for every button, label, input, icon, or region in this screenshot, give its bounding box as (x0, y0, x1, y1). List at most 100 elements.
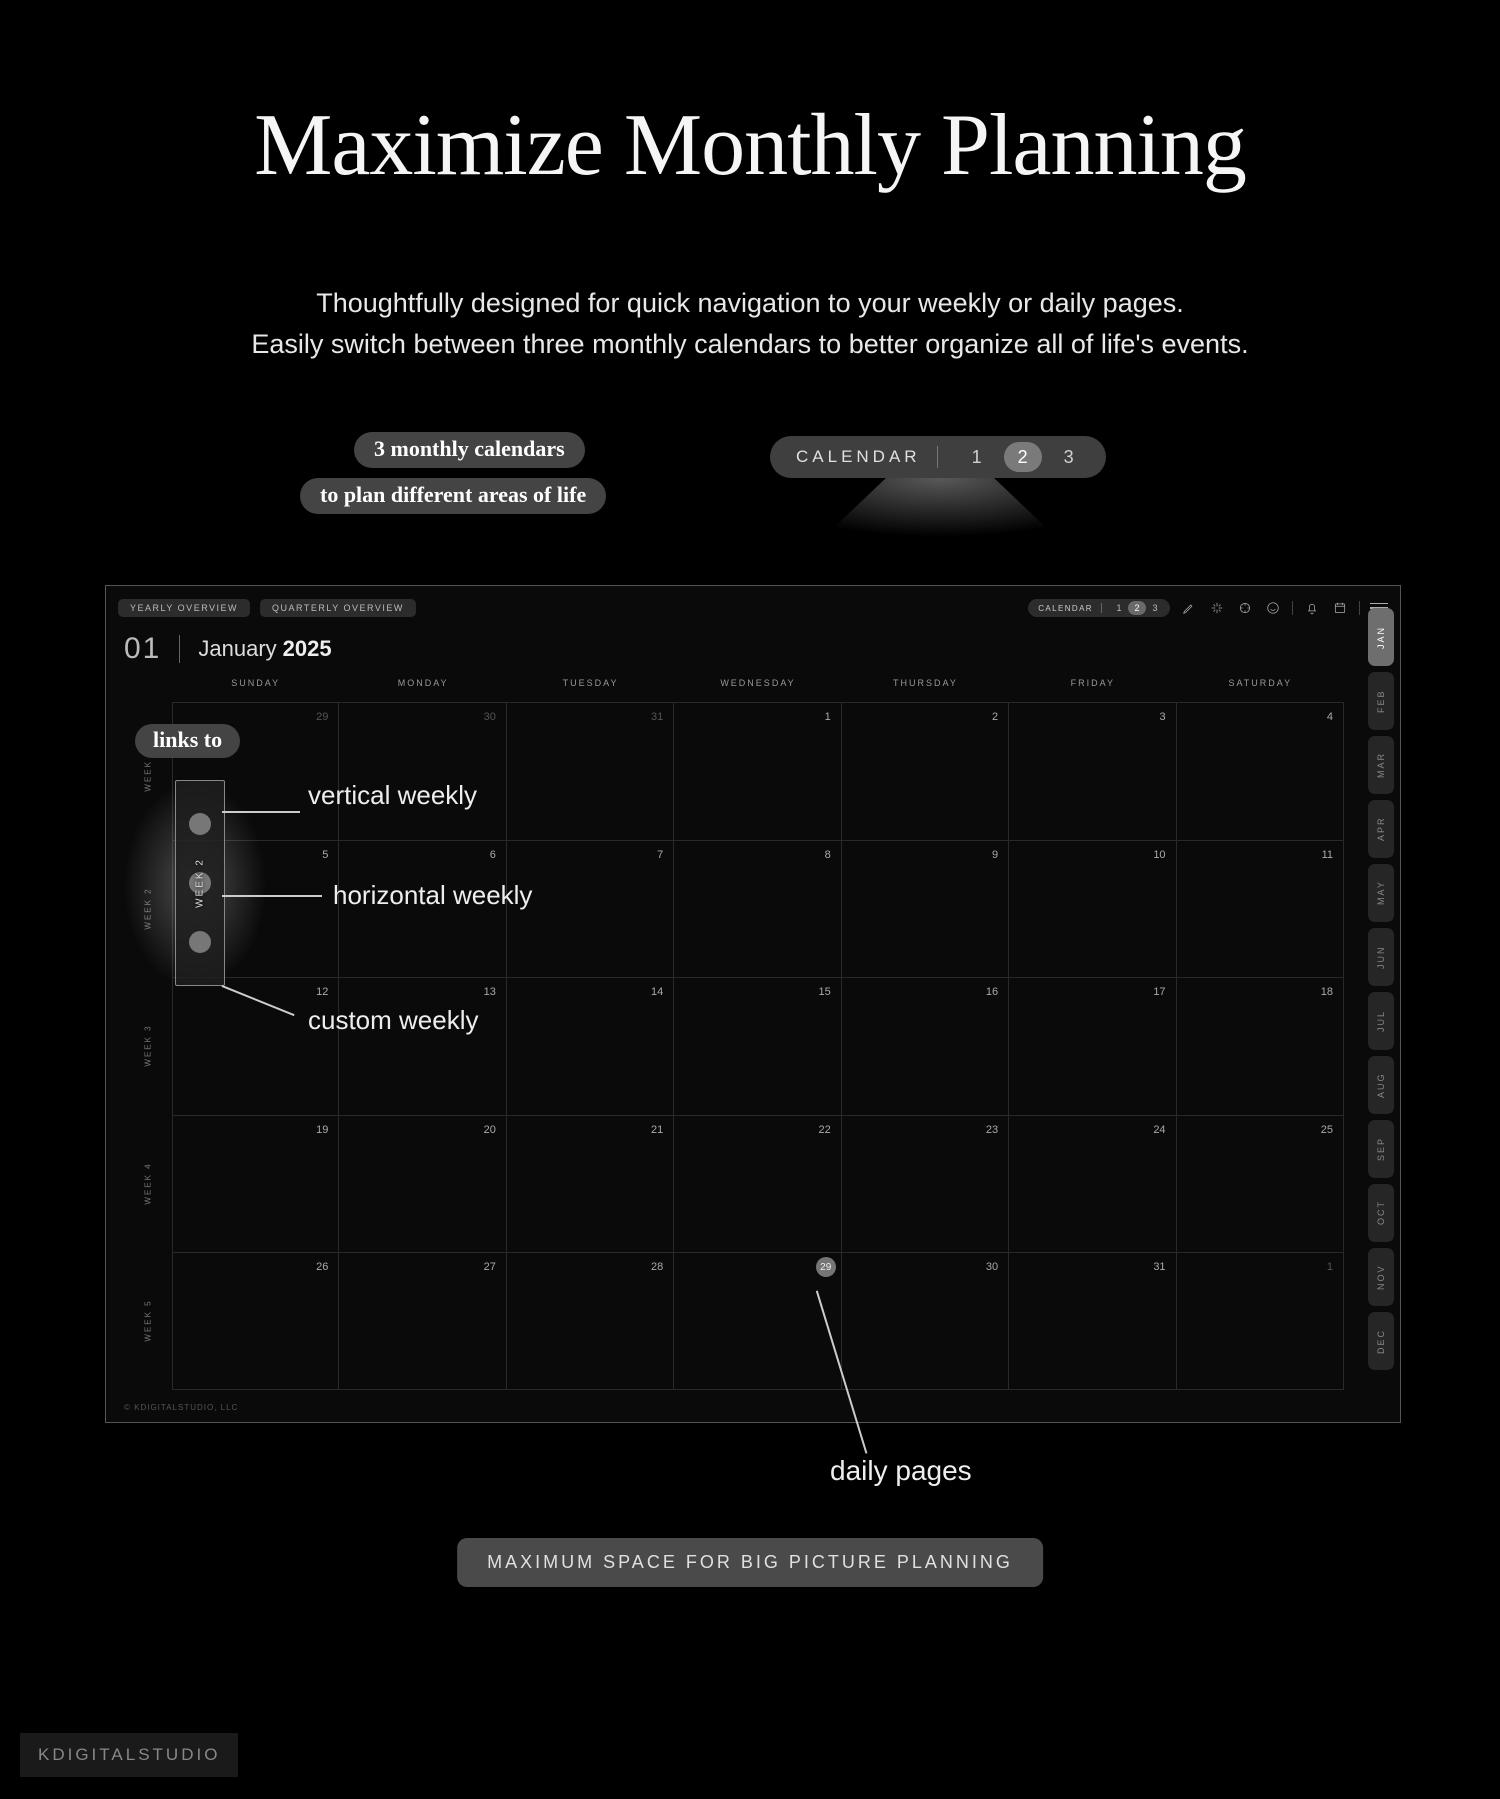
day-cell[interactable]: 1 (674, 702, 841, 840)
day-number: 11 (1322, 849, 1333, 861)
week-label[interactable]: WEEK 4 (124, 1115, 172, 1253)
divider (1292, 601, 1293, 615)
day-cell[interactable]: 3 (1009, 702, 1176, 840)
day-cell[interactable]: 4 (1177, 702, 1344, 840)
yearly-overview-button[interactable]: YEARLY OVERVIEW (118, 599, 250, 617)
day-cell[interactable]: 28 (507, 1252, 674, 1390)
calendar-icon[interactable] (1331, 599, 1349, 617)
page-title: Maximize Monthly Planning (0, 95, 1500, 196)
month-tab-aug[interactable]: AUG (1368, 1056, 1394, 1114)
day-cell[interactable]: 13 (339, 977, 506, 1115)
day-cell[interactable]: 11 (1177, 840, 1344, 978)
day-number: 28 (651, 1261, 663, 1273)
calendar-toggle-small-label: CALENDAR (1038, 604, 1093, 613)
annotation-pill-links-to: links to (135, 724, 240, 758)
day-cell[interactable]: 1 (1177, 1252, 1344, 1390)
month-name: January (198, 636, 276, 662)
day-cell[interactable]: 25 (1177, 1115, 1344, 1253)
day-header: THURSDAY (842, 678, 1009, 702)
week-label[interactable]: WEEK 2 (124, 840, 172, 978)
day-cell[interactable]: 22 (674, 1115, 841, 1253)
day-cell[interactable]: 10 (1009, 840, 1176, 978)
day-cell[interactable]: 15 (674, 977, 841, 1115)
week-label[interactable]: WEEK 1 (124, 702, 172, 840)
day-cell[interactable]: 23 (842, 1115, 1009, 1253)
calendar-toggle-large: CALENDAR 1 2 3 (770, 436, 1106, 478)
calendar-toggle-small-3[interactable]: 3 (1146, 601, 1164, 615)
day-cell[interactable]: 14 (507, 977, 674, 1115)
month-tab-mar[interactable]: MAR (1368, 736, 1394, 794)
day-number: 1 (825, 711, 831, 723)
day-number: 31 (651, 711, 663, 723)
calendar-toggle-option-1[interactable]: 1 (958, 442, 996, 472)
day-cell[interactable]: 8 (674, 840, 841, 978)
day-number: 13 (484, 986, 496, 998)
day-cell[interactable]: 30 (339, 702, 506, 840)
annotation-custom-weekly: custom weekly (308, 1005, 479, 1036)
month-tab-sep[interactable]: SEP (1368, 1120, 1394, 1178)
week-label[interactable]: WEEK 5 (124, 1252, 172, 1390)
day-number: 17 (1153, 986, 1165, 998)
day-number: 5 (322, 849, 328, 861)
annotation-vertical-weekly: vertical weekly (308, 780, 477, 811)
bell-icon[interactable] (1303, 599, 1321, 617)
day-number: 20 (484, 1124, 496, 1136)
month-tab-feb[interactable]: FEB (1368, 672, 1394, 730)
month-tabs: JAN FEB MAR APR MAY JUN JUL AUG SEP OCT NOV DEC (1368, 608, 1394, 1370)
target-icon[interactable] (1236, 599, 1254, 617)
month-tab-dec[interactable]: DEC (1368, 1312, 1394, 1370)
vertical-weekly-dot[interactable] (189, 813, 211, 835)
day-cell[interactable]: 19 (172, 1115, 339, 1253)
month-tab-apr[interactable]: APR (1368, 800, 1394, 858)
day-cell[interactable]: 24 (1009, 1115, 1176, 1253)
month-tab-jan[interactable]: JAN (1368, 608, 1394, 666)
divider (1101, 603, 1102, 613)
pencil-icon[interactable] (1180, 599, 1198, 617)
month-tab-may[interactable]: MAY (1368, 864, 1394, 922)
day-number: 3 (1159, 711, 1165, 723)
annotation-daily-pages: daily pages (830, 1455, 972, 1487)
smile-icon[interactable] (1264, 599, 1282, 617)
day-number: 15 (818, 986, 830, 998)
day-number: 1 (1327, 1261, 1333, 1273)
calendar-toggle-small-2[interactable]: 2 (1128, 601, 1146, 615)
day-cell[interactable]: 21 (507, 1115, 674, 1253)
day-cell[interactable]: 9 (842, 840, 1009, 978)
day-number: 22 (818, 1124, 830, 1136)
quarterly-overview-button[interactable]: QUARTERLY OVERVIEW (260, 599, 416, 617)
day-number: 9 (992, 849, 998, 861)
calendar-toggle-small-1[interactable]: 1 (1110, 601, 1128, 615)
watermark: KDIGITALSTUDIO (20, 1733, 238, 1777)
day-cell[interactable]: 27 (339, 1252, 506, 1390)
month-tab-oct[interactable]: OCT (1368, 1184, 1394, 1242)
calendar-toggle-option-3[interactable]: 3 (1050, 442, 1088, 472)
calendar-grid: SUNDAYMONDAYTUESDAYWEDNESDAYTHURSDAYFRID… (124, 678, 1344, 1390)
month-tab-jun[interactable]: JUN (1368, 928, 1394, 986)
month-tab-jul[interactable]: JUL (1368, 992, 1394, 1050)
day-cell[interactable]: 20 (339, 1115, 506, 1253)
connector-line (222, 895, 322, 897)
highlighted-day[interactable]: 29 (816, 1257, 836, 1277)
day-cell[interactable]: 2 (842, 702, 1009, 840)
day-cell[interactable]: 29 (674, 1252, 841, 1390)
day-cell[interactable]: 31 (507, 702, 674, 840)
day-number: 30 (986, 1261, 998, 1273)
day-number: 23 (986, 1124, 998, 1136)
sparkle-icon[interactable] (1208, 599, 1226, 617)
calendar-toggle-option-2[interactable]: 2 (1004, 442, 1042, 472)
subtitle-line-2: Easily switch between three monthly cale… (251, 329, 1248, 359)
divider (937, 446, 938, 468)
day-cell[interactable]: 30 (842, 1252, 1009, 1390)
day-cell[interactable]: 17 (1009, 977, 1176, 1115)
annotation-pill-3-calendars: 3 monthly calendars (354, 432, 585, 468)
week-label[interactable]: WEEK 3 (124, 977, 172, 1115)
day-cell[interactable]: 26 (172, 1252, 339, 1390)
day-cell[interactable]: 18 (1177, 977, 1344, 1115)
day-number: 21 (651, 1124, 663, 1136)
day-cell[interactable]: 31 (1009, 1252, 1176, 1390)
custom-weekly-dot[interactable] (189, 931, 211, 953)
day-number: 7 (657, 849, 663, 861)
month-tab-nov[interactable]: NOV (1368, 1248, 1394, 1306)
day-number: 29 (316, 711, 328, 723)
day-cell[interactable]: 16 (842, 977, 1009, 1115)
